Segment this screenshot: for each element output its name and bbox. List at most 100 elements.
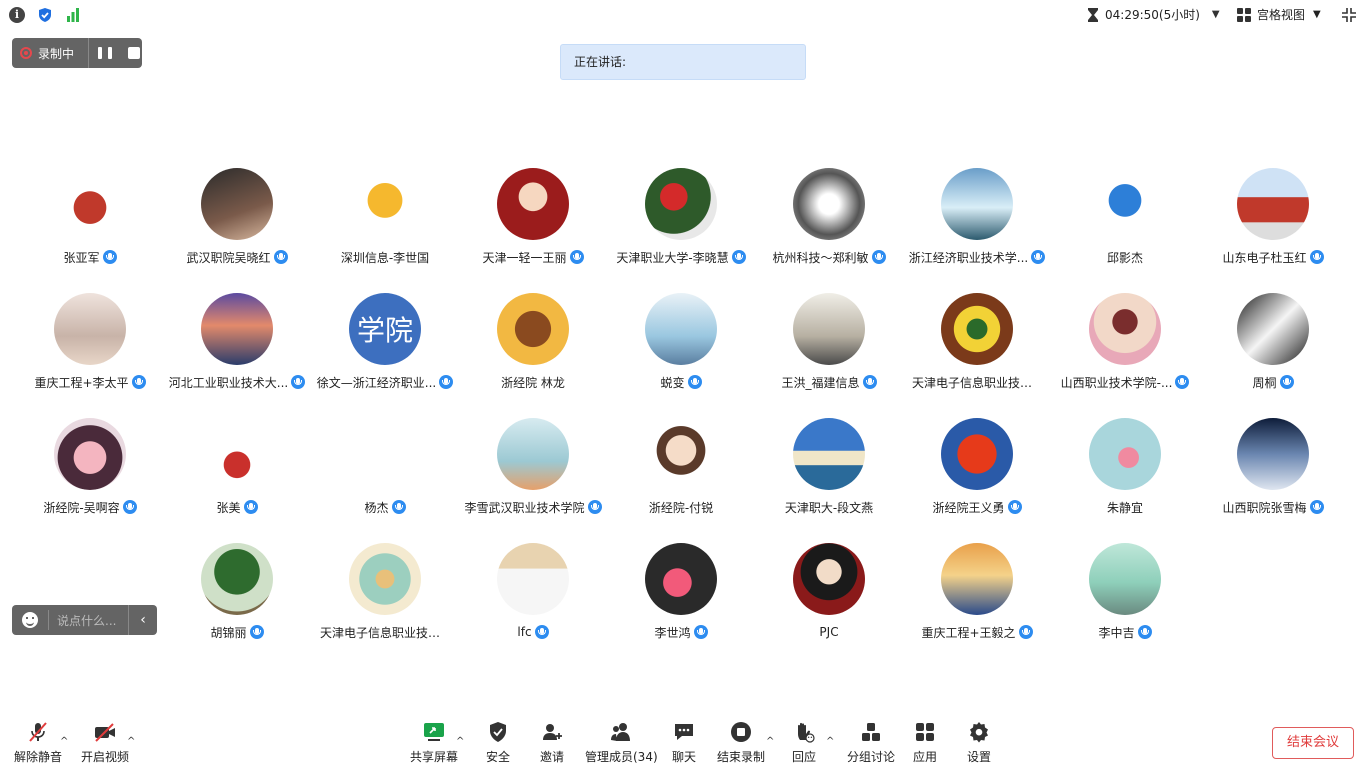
manage-members-button[interactable]: 管理成员(34) [585,720,658,765]
participant-avatar [1089,168,1161,240]
reactions-options-caret-icon[interactable]: ^ [826,736,836,747]
participant-tile[interactable]: 周桐 [1199,293,1347,403]
participant-name-text: 天津电子信息职业技术... [912,375,1042,390]
participant-name: 山西职业技术学院-... [1051,373,1199,391]
share-screen-button[interactable]: 共享屏幕 [410,720,458,765]
end-recording-button[interactable]: 结束录制 [717,720,765,765]
participant-name-text: 山东电子杜玉红 [1222,250,1307,265]
participant-tile[interactable]: 李中吉 [1051,543,1199,653]
participant-tile[interactable]: 杭州科技～郑利敏 [755,168,903,278]
participant-avatar [1089,543,1161,615]
participant-tile[interactable]: 浙经院 林龙 [459,293,607,403]
share-screen-icon [422,720,446,744]
record-options-caret-icon[interactable]: ^ [766,736,776,747]
participant-tile[interactable]: 重庆工程+李太平 [16,293,164,403]
settings-label: 设置 [967,750,992,764]
participant-name-text: 李世鸿 [654,625,691,640]
start-video-button[interactable]: 开启视频 [81,720,129,765]
emoji-icon[interactable] [22,612,38,628]
mic-icon [122,500,137,514]
participant-tile[interactable]: 重庆工程+王毅之 [903,543,1051,653]
meeting-info-icon[interactable]: i [9,7,25,23]
participant-name-text: 天津一轻一王丽 [482,250,567,265]
participant-tile[interactable]: 邱影杰 [1051,168,1199,278]
participant-tile[interactable]: 山西职业技术学院-... [1051,293,1199,403]
participant-tile[interactable]: 朱静宜 [1051,418,1199,528]
mic-icon [687,375,702,389]
reactions-button[interactable]: 回应 [792,720,816,765]
view-switcher[interactable]: 宫格视图 ▼ [1237,6,1321,23]
chat-input-box[interactable]: 说点什么... ‹ [12,605,157,635]
network-signal-icon[interactable] [65,7,81,23]
apps-button[interactable]: 应用 [913,720,937,765]
participant-avatar [645,418,717,490]
participant-tile[interactable]: 天津一轻一王丽 [459,168,607,278]
exit-fullscreen-icon[interactable] [1341,7,1357,23]
security-button[interactable]: 安全 [486,720,510,765]
video-options-caret-icon[interactable]: ^ [127,736,137,747]
participant-tile[interactable]: 蜕变 [607,293,755,403]
invite-button[interactable]: 邀请 [540,720,564,765]
participant-name: 王洪_福建信息 [755,373,903,391]
participant-tile[interactable]: 李世鸿 [607,543,755,653]
breakout-rooms-icon [859,720,883,744]
participant-tile[interactable]: 李雪武汉职业技术学院 [459,418,607,528]
participant-tile[interactable]: 深圳信息-李世国 [311,168,459,278]
settings-button[interactable]: 设置 [967,720,991,765]
end-meeting-button[interactable]: 结束会议 [1272,727,1354,759]
participant-name-text: 深圳信息-李世国 [340,250,430,265]
timer-text: 04:29:50(5小时) [1105,8,1200,22]
chat-placeholder[interactable]: 说点什么... [57,612,128,629]
participant-name-text: 邱影杰 [1106,250,1143,265]
participant-name-text: 天津职大-段文燕 [784,500,874,515]
divider [48,610,49,630]
unmute-button[interactable]: 解除静音 [14,720,62,765]
participant-tile[interactable]: 浙经院-吴啊容 [16,418,164,528]
participant-avatar [1089,293,1161,365]
participant-tile[interactable]: lfc [459,543,607,653]
mic-icon [1018,625,1033,639]
mic-icon [1279,375,1294,389]
participant-tile[interactable]: 浙经院-付锐 [607,418,755,528]
participant-tile[interactable]: 浙经院王义勇 [903,418,1051,528]
participant-name: 李雪武汉职业技术学院 [459,498,607,516]
participant-tile[interactable]: 浙江经济职业技术学... [903,168,1051,278]
participant-tile[interactable]: 河北工业职业技术大... [163,293,311,403]
stop-recording-button[interactable] [128,47,140,59]
participant-avatar [54,418,126,490]
participant-name-text: 徐文—浙江经济职业... [316,375,437,390]
participant-tile[interactable]: 天津职大-段文燕 [755,418,903,528]
participant-avatar [793,168,865,240]
participant-tile[interactable]: 张亚军 [16,168,164,278]
breakout-rooms-button[interactable]: 分组讨论 [847,720,895,765]
meeting-timer[interactable]: 04:29:50(5小时) ▼ [1087,6,1220,23]
chat-bubble-icon [672,720,696,744]
participant-name: 徐文—浙江经济职业... [311,373,459,391]
chat-button[interactable]: 聊天 [672,720,696,765]
audio-options-caret-icon[interactable]: ^ [60,736,70,747]
chevron-down-icon[interactable]: ▼ [1212,9,1220,20]
participant-tile[interactable]: 武汉职院吴晓红 [163,168,311,278]
participant-tile[interactable]: 杨杰 [311,418,459,528]
participant-tile[interactable]: 王洪_福建信息 [755,293,903,403]
participant-tile[interactable]: 天津电子信息职业技术... [903,293,1051,403]
participant-tile[interactable]: 学院徐文—浙江经济职业... [311,293,459,403]
participant-tile[interactable]: 张美 [163,418,311,528]
participant-name-text: 重庆工程+李太平 [34,375,129,390]
participant-tile[interactable]: 天津电子信息职业技术... [311,543,459,653]
share-options-caret-icon[interactable]: ^ [456,736,466,747]
participant-tile[interactable]: 山东电子杜玉红 [1199,168,1347,278]
participant-tile[interactable]: 天津职业大学-李晓慧 [607,168,755,278]
chevron-left-icon[interactable]: ‹ [129,612,157,628]
pause-recording-button[interactable] [98,47,112,59]
participant-name: 天津电子信息职业技术... [903,373,1051,391]
encryption-shield-icon[interactable] [37,7,53,23]
participant-name: 浙经院 林龙 [459,373,607,391]
participant-avatar [1237,168,1309,240]
participant-tile[interactable]: 山西职院张雪梅 [1199,418,1347,528]
participant-avatar: 学院 [349,293,421,365]
participant-tile[interactable]: 胡锦丽 [163,543,311,653]
participant-name: 蜕变 [607,373,755,391]
participant-tile[interactable]: PJC [755,543,903,653]
mic-icon [534,625,549,639]
